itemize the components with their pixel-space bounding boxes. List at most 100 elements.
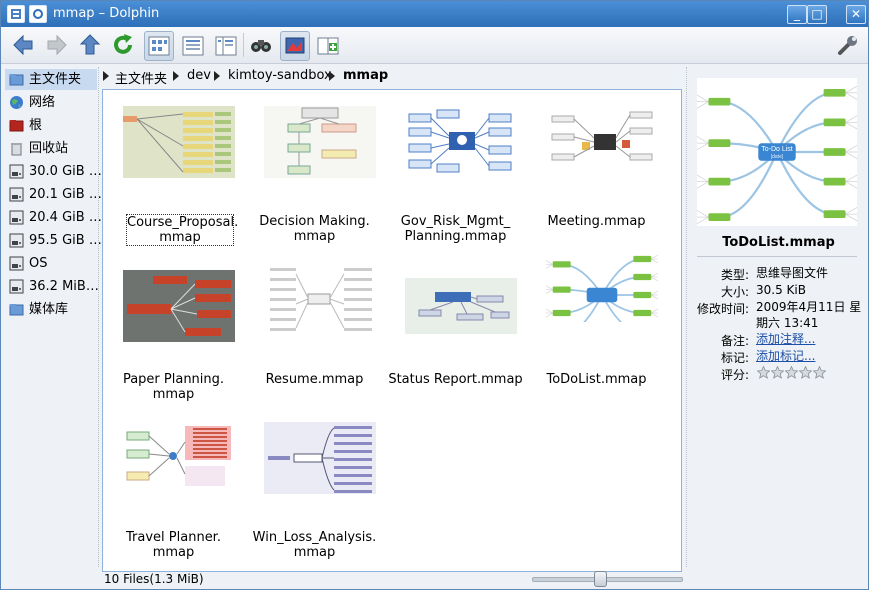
breadcrumb-kimtoy-sandbox[interactable]: kimtoy-sandbox: [228, 68, 332, 83]
columns-view-button[interactable]: [211, 31, 241, 61]
place-item[interactable]: 网络: [5, 92, 97, 113]
file-item[interactable]: Course_Proposal. mmap: [103, 90, 244, 246]
place-item[interactable]: 回收站: [5, 138, 97, 159]
mindmap-thumbnail: [546, 250, 658, 322]
icons-view-icon: [148, 36, 170, 56]
breadcrumb-dev[interactable]: dev: [187, 68, 211, 83]
add-tags-link[interactable]: 添加标记...: [756, 348, 866, 364]
file-name-line: Course_Proposal.: [127, 215, 239, 230]
preview-button[interactable]: [280, 31, 310, 61]
breadcrumb[interactable]: 主文件夹 dev kimtoy-sandbox mmap: [101, 65, 686, 87]
size-label: 大小:: [720, 285, 749, 299]
file-name-line: mmap: [293, 545, 336, 560]
place-item[interactable]: 20.1 GiB …: [5, 184, 102, 205]
file-name-line: Travel Planner.: [126, 530, 221, 545]
details-view-button[interactable]: [178, 31, 208, 61]
star-icon[interactable]: [757, 366, 770, 379]
up-icon: [79, 34, 101, 55]
mindmap-thumbnail: [264, 106, 376, 178]
home-folder-icon: [9, 74, 24, 86]
configure-button[interactable]: [834, 31, 862, 59]
size-value: 30.5 KiB: [756, 283, 806, 297]
maximize-button[interactable]: □: [807, 5, 827, 24]
file-preview: To-Do List [date]: [679, 78, 869, 227]
file-item[interactable]: Meeting.mmap: [526, 90, 667, 240]
preview-central-subtitle: [date]: [771, 154, 784, 160]
place-item[interactable]: 根: [5, 115, 97, 136]
place-item[interactable]: 95.5 GiB …: [5, 230, 102, 251]
keep-above-icon[interactable]: [29, 5, 47, 23]
file-item[interactable]: Paper Planning. mmap: [103, 248, 244, 402]
file-item[interactable]: Gov_Risk_Mgmt_ Planning.mmap: [385, 90, 526, 244]
place-item[interactable]: 36.2 MiB…: [5, 276, 99, 297]
file-item[interactable]: Travel Planner. mmap: [103, 406, 244, 560]
panel-splitter[interactable]: [98, 67, 100, 567]
zoom-slider-track[interactable]: [532, 577, 683, 582]
star-icon[interactable]: [813, 366, 826, 379]
file-name-line: Decision Making.: [259, 214, 370, 229]
star-icon[interactable]: [799, 366, 812, 379]
breadcrumb-arrow-icon[interactable]: [173, 71, 179, 81]
window-menu-icon[interactable]: [7, 5, 25, 23]
breadcrumb-arrow-icon[interactable]: [214, 71, 220, 81]
file-name-line: Paper Planning.: [122, 372, 225, 387]
breadcrumb-arrow-icon[interactable]: [329, 71, 335, 81]
reload-icon: [114, 34, 132, 54]
drive-icon: [9, 256, 24, 271]
back-button[interactable]: [9, 31, 37, 59]
globe-icon: [10, 96, 23, 109]
mindmap-thumbnail: [264, 264, 376, 336]
place-item[interactable]: OS: [5, 253, 97, 274]
place-item[interactable]: 主文件夹: [5, 69, 97, 90]
minimize-button[interactable]: _: [787, 5, 807, 24]
add-comment-link[interactable]: 添加注释...: [756, 331, 866, 347]
wrench-icon: [838, 36, 857, 55]
drive-icon: [9, 164, 24, 179]
media-folder-icon: [9, 304, 24, 316]
place-item[interactable]: 媒体库: [5, 299, 97, 320]
breadcrumb-home[interactable]: 主文件夹: [115, 68, 167, 87]
comment-label: 备注:: [720, 334, 749, 348]
mindmap-thumbnail: [123, 270, 235, 342]
zoom-slider-handle[interactable]: [594, 571, 607, 587]
breadcrumb-mmap[interactable]: mmap: [343, 68, 388, 83]
file-view[interactable]: Course_Proposal. mmap Decision Making. mmap…: [102, 89, 682, 572]
modified-value: 2009年4月11日 星期六 13:41: [756, 300, 862, 330]
type-label: 类型:: [720, 268, 749, 282]
file-name-line: mmap: [152, 387, 195, 402]
file-item[interactable]: ToDoList.mmap: [526, 248, 667, 398]
breadcrumb-arrow-icon[interactable]: [103, 71, 109, 81]
close-button[interactable]: ✕: [846, 5, 866, 24]
file-name-line: Win_Loss_Analysis.: [252, 530, 377, 545]
find-button[interactable]: [247, 31, 275, 59]
zoom-slider[interactable]: [532, 571, 683, 587]
place-label: 20.1 GiB …: [29, 187, 102, 202]
place-item[interactable]: 20.4 GiB …: [5, 207, 102, 228]
split-view-button[interactable]: [313, 31, 343, 61]
file-item[interactable]: Resume.mmap: [244, 248, 385, 398]
split-view-icon: [317, 37, 339, 55]
up-button[interactable]: [76, 31, 104, 59]
title-bar[interactable]: mmap – Dolphin _ □ ✕: [1, 1, 868, 27]
star-icon[interactable]: [771, 366, 784, 379]
info-file-name: ToDoList.mmap: [722, 235, 835, 250]
panel-splitter[interactable]: [686, 67, 688, 567]
mindmap-thumbnail: [264, 422, 376, 494]
main-toolbar: [1, 27, 868, 64]
forward-button[interactable]: [43, 31, 71, 59]
mindmap-thumbnail: [405, 270, 517, 342]
back-icon: [13, 34, 33, 56]
file-name-line: Status Report.mmap: [388, 372, 523, 387]
file-item[interactable]: Status Report.mmap: [385, 248, 526, 398]
mindmap-thumbnail: [546, 106, 658, 178]
file-name: Course_Proposal. mmap: [126, 214, 239, 246]
star-icon[interactable]: [785, 366, 798, 379]
icons-view-button[interactable]: [144, 31, 174, 61]
reload-button[interactable]: [109, 31, 137, 59]
file-name: Win_Loss_Analysis. mmap: [244, 530, 385, 560]
window-title: mmap – Dolphin: [53, 6, 160, 21]
file-item[interactable]: Win_Loss_Analysis. mmap: [244, 406, 385, 560]
place-item[interactable]: 30.0 GiB …: [5, 161, 102, 182]
tags-label: 标记:: [720, 351, 749, 365]
file-item[interactable]: Decision Making. mmap: [244, 90, 385, 244]
